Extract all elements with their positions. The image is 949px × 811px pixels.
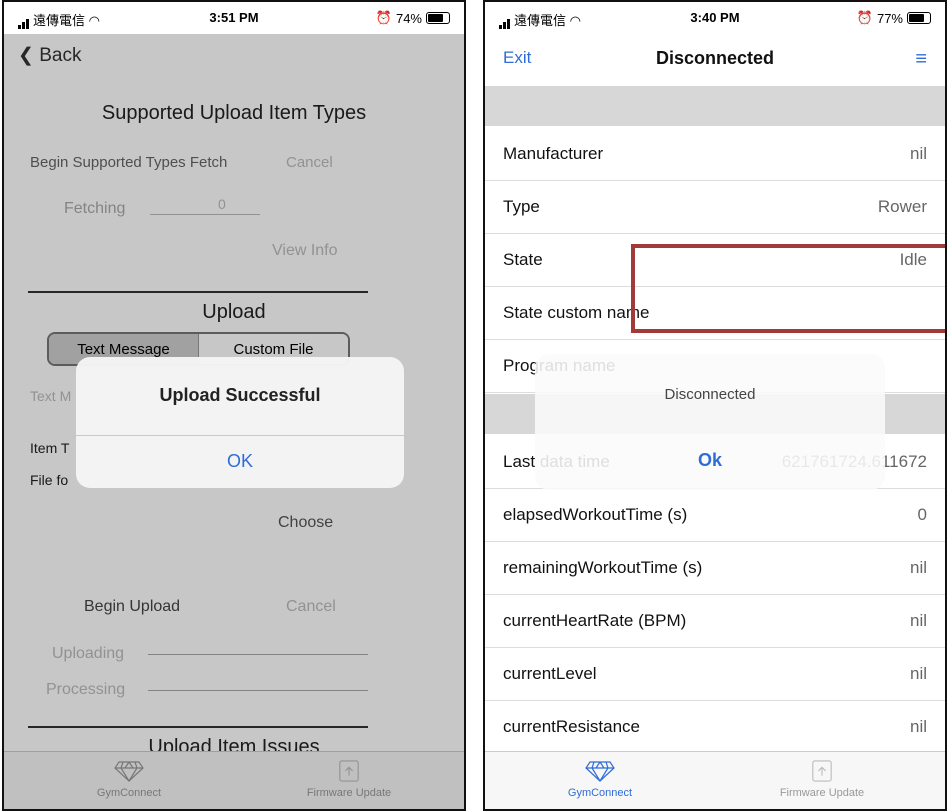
view-info-button[interactable]: View Info <box>272 242 338 260</box>
begin-upload-button[interactable]: Begin Upload <box>84 598 180 616</box>
alert-title: Upload Successful <box>159 385 321 405</box>
tab-bar: GymConnect Firmware Update <box>4 751 464 809</box>
disconnected-alert: Disconnected Ok <box>535 354 885 490</box>
battery-percent: 74% <box>395 10 422 26</box>
alert-divider <box>76 435 404 436</box>
tab-bar: GymConnect Firmware Update <box>485 751 945 809</box>
row-value: 0 <box>917 505 927 524</box>
divider <box>28 291 368 293</box>
tab-firmware-update[interactable]: Firmware Update <box>274 760 424 799</box>
row-key: currentHeartRate (BPM) <box>503 611 687 630</box>
upload-success-alert: Upload Successful OK <box>76 357 404 488</box>
tab-firmware-label: Firmware Update <box>779 787 865 799</box>
battery-icon <box>907 12 931 24</box>
tab-gymconnect-label: GymConnect <box>567 787 633 799</box>
alert-ok-button[interactable]: OK <box>76 451 404 472</box>
table-row: remainingWorkoutTime (s) nil <box>485 542 945 595</box>
table-row: currentHeartRate (BPM) nil <box>485 595 945 648</box>
uploading-label: Uploading <box>52 645 125 662</box>
status-bar: 遠傳電信 ◠ 3:51 PM ⏰ 74% <box>4 2 464 34</box>
table-row: Manufacturer nil <box>485 128 945 181</box>
row-key: Manufacturer <box>503 144 604 163</box>
row-value: Rower <box>877 197 927 216</box>
row-value: nil <box>909 144 927 163</box>
upload-file-icon <box>812 760 832 782</box>
alert-ok-button[interactable]: Ok <box>535 450 885 471</box>
chevron-left-icon: ❮ <box>18 45 34 66</box>
tab-firmware-label: Firmware Update <box>306 787 392 799</box>
uploading-progress <box>148 654 368 655</box>
back-button[interactable]: ❮ Back <box>18 44 81 67</box>
fetching-label: Fetching <box>64 200 126 217</box>
battery-icon <box>426 12 450 24</box>
highlight-annotation-box <box>631 244 945 333</box>
row-key: currentResistance <box>503 717 641 736</box>
row-value: nil <box>909 664 927 683</box>
row-key: elapsedWorkoutTime (s) <box>503 505 688 524</box>
section-title-upload: Upload <box>202 301 266 323</box>
row-key: State <box>503 250 543 269</box>
navigation-bar: Exit Disconnected ≡ <box>485 34 945 86</box>
table-row: Type Rower <box>485 181 945 234</box>
item-type-label: Item T <box>30 440 70 456</box>
table-row: currentLevel nil <box>485 648 945 701</box>
cancel-upload-button[interactable]: Cancel <box>286 598 336 616</box>
text-message-label: Text M <box>30 388 72 404</box>
status-bar: 遠傳電信 ◠ 3:40 PM ⏰ 77% <box>485 2 945 34</box>
row-key: Type <box>503 197 540 216</box>
tab-firmware-update[interactable]: Firmware Update <box>747 760 897 799</box>
row-value: nil <box>909 717 927 736</box>
row-key: State custom name <box>503 303 650 322</box>
divider <box>28 726 368 728</box>
file-for-upload-label: File fo <box>30 472 69 488</box>
battery-percent: 77% <box>876 10 903 26</box>
upload-file-icon <box>339 760 359 782</box>
tab-gymconnect[interactable]: GymConnect <box>54 760 204 799</box>
table-row: currentResistance nil <box>485 701 945 754</box>
table-row: elapsedWorkoutTime (s) 0 <box>485 489 945 542</box>
cancel-fetch-button[interactable]: Cancel <box>286 154 333 171</box>
row-value: nil <box>909 611 927 630</box>
diamond-icon <box>114 761 144 782</box>
fetching-progress <box>150 214 260 215</box>
alarm-icon: ⏰ <box>375 10 392 25</box>
row-key: currentLevel <box>503 664 597 683</box>
choose-button[interactable]: Choose <box>278 514 333 532</box>
left-phone-screen: 遠傳電信 ◠ 3:51 PM ⏰ 74% ❮ Back Supported Up… <box>2 0 466 811</box>
alarm-icon: ⏰ <box>856 10 873 25</box>
fetching-count: 0 <box>218 196 226 212</box>
section-header <box>485 86 945 126</box>
processing-progress <box>148 690 368 691</box>
tab-gymconnect-label: GymConnect <box>96 787 162 799</box>
page-title: Disconnected <box>655 48 775 68</box>
alert-title: Disconnected <box>664 386 756 403</box>
section-title-supported: Supported Upload Item Types <box>101 102 367 124</box>
begin-fetch-button[interactable]: Begin Supported Types Fetch <box>30 154 227 171</box>
tab-gymconnect[interactable]: GymConnect <box>525 760 675 799</box>
row-key: remainingWorkoutTime (s) <box>503 558 703 577</box>
right-phone-screen: 遠傳電信 ◠ 3:40 PM ⏰ 77% Exit Disconnected ≡… <box>483 0 947 811</box>
processing-label: Processing <box>46 681 126 698</box>
row-value: nil <box>909 558 927 577</box>
diamond-icon <box>585 761 615 782</box>
menu-icon[interactable]: ≡ <box>915 48 927 71</box>
